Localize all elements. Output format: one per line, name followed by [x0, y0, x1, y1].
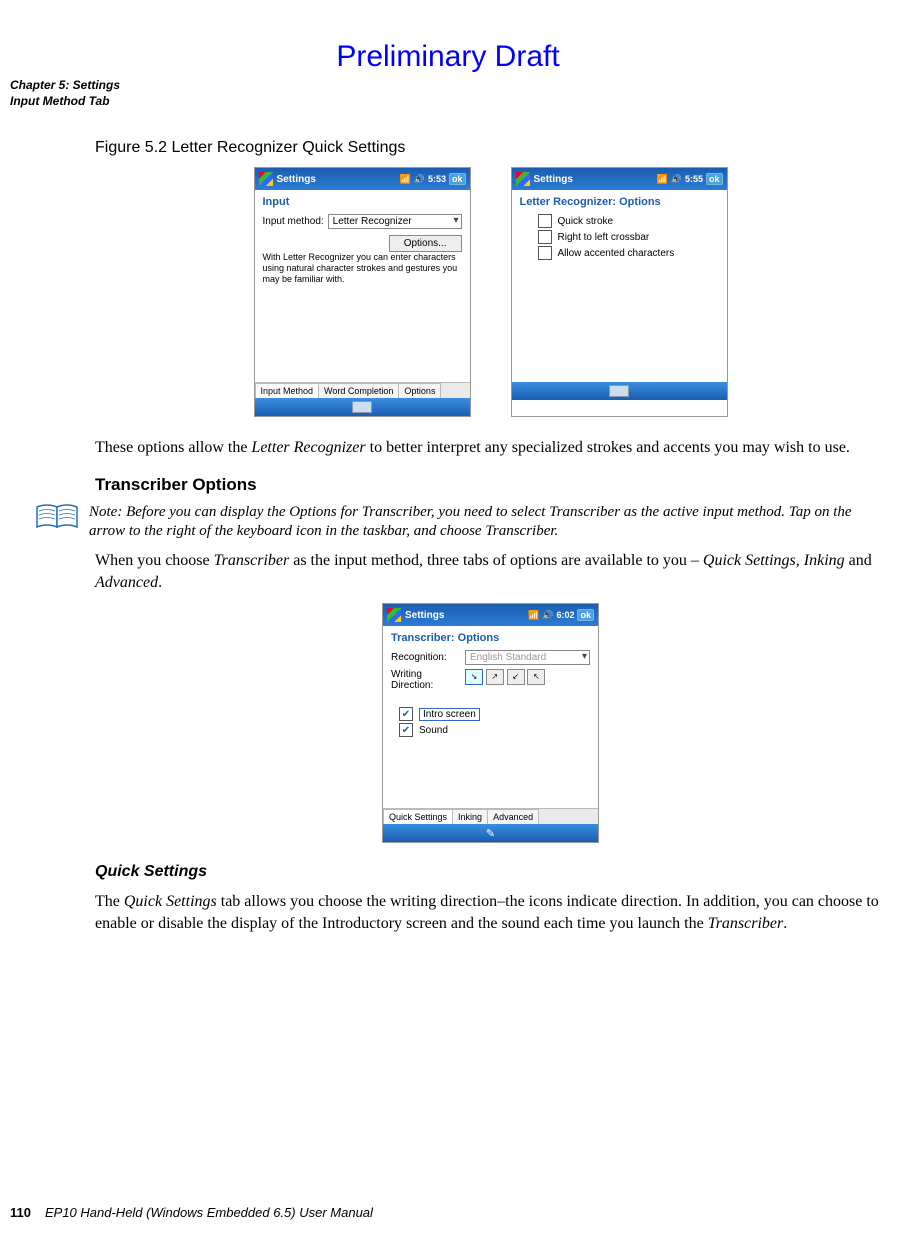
text: as the input method, three tabs of optio… — [289, 552, 703, 569]
volume-icon: 🔊 — [542, 610, 553, 621]
draft-header: Preliminary Draft — [10, 40, 886, 74]
start-icon — [387, 608, 401, 622]
text: These options allow the — [95, 439, 251, 456]
options-button[interactable]: Options... — [389, 235, 462, 252]
text: and — [845, 552, 872, 569]
page-number: 110 — [10, 1205, 31, 1220]
bottom-bar — [255, 398, 470, 416]
text-italic: Advanced — [95, 574, 158, 591]
chapter-line: Chapter 5: Settings — [10, 78, 886, 94]
volume-icon: 🔊 — [414, 174, 425, 185]
tabs-row: Input Method Word Completion Options — [255, 382, 470, 398]
tabs-row: Quick Settings Inking Advanced — [383, 808, 598, 824]
volume-icon: 🔊 — [671, 174, 682, 185]
allow-accented-label: Allow accented characters — [558, 248, 675, 259]
window-title: Settings — [277, 174, 400, 185]
screenshot-letter-recognizer-options: Settings 📶 🔊 5:55 ok Letter Recognizer: … — [511, 167, 728, 417]
screenshot-input-settings: Settings 📶 🔊 5:53 ok Input Input method:… — [254, 167, 471, 417]
quick-stroke-label: Quick stroke — [558, 216, 614, 227]
ok-button[interactable]: ok — [449, 173, 466, 185]
note-prefix: Note: — [89, 504, 122, 520]
signal-icon: 📶 — [400, 174, 411, 185]
text: When you choose — [95, 552, 214, 569]
pen-icon[interactable]: ✎ — [486, 827, 495, 840]
clock-text: 6:02 — [556, 610, 574, 620]
window-title: Settings — [405, 610, 528, 621]
keyboard-icon[interactable] — [352, 401, 372, 413]
bottom-bar: ✎ — [383, 824, 598, 842]
clock-text: 5:55 — [685, 174, 703, 184]
chapter-header: Chapter 5: Settings Input Method Tab — [10, 78, 886, 109]
text: . — [158, 574, 162, 591]
subheading-transcriber-options: Transcriber Options — [95, 475, 886, 495]
footer-title: EP10 Hand-Held (Windows Embedded 6.5) Us… — [45, 1205, 373, 1220]
quick-stroke-checkbox[interactable] — [538, 214, 552, 228]
bottom-bar — [512, 382, 727, 400]
figure-caption: Figure 5.2 Letter Recognizer Quick Setti… — [95, 139, 886, 157]
note-block: Note: Before you can display the Options… — [35, 503, 886, 541]
panel-title: Input — [263, 196, 462, 208]
note-body: Before you can display the Options for T… — [89, 504, 852, 539]
note-text: Note: Before you can display the Options… — [89, 503, 886, 541]
tab-advanced[interactable]: Advanced — [487, 809, 539, 824]
wm-titlebar: Settings 📶 🔊 6:02 ok — [383, 604, 598, 626]
recognition-select[interactable]: English Standard — [465, 650, 590, 665]
writing-direction-icon-2[interactable]: ↗ — [486, 669, 504, 685]
clock-text: 5:53 — [428, 174, 446, 184]
ok-button[interactable]: ok — [577, 609, 594, 621]
figure-screenshots: Settings 📶 🔊 5:53 ok Input Input method:… — [95, 167, 886, 417]
paragraph: The Quick Settings tab allows you choose… — [95, 891, 886, 934]
writing-direction-icon-3[interactable]: ↙ — [507, 669, 525, 685]
input-method-label: Input method: — [263, 216, 324, 227]
subheading-quick-settings: Quick Settings — [95, 863, 886, 881]
input-method-select[interactable]: Letter Recognizer — [328, 214, 462, 229]
panel-title: Letter Recognizer: Options — [520, 196, 719, 208]
page-footer: 110 EP10 Hand-Held (Windows Embedded 6.5)… — [10, 1205, 373, 1220]
text-italic: Transcriber — [214, 552, 290, 569]
tab-inking[interactable]: Inking — [452, 809, 488, 824]
right-to-left-label: Right to left crossbar — [558, 232, 650, 243]
allow-accented-checkbox[interactable] — [538, 246, 552, 260]
wm-titlebar: Settings 📶 🔊 5:55 ok — [512, 168, 727, 190]
tab-input-method[interactable]: Input Method — [255, 383, 320, 398]
writing-direction-icon-4[interactable]: ↖ — [527, 669, 545, 685]
text-italic: Quick Settings, Inking — [703, 552, 845, 569]
chapter-subline: Input Method Tab — [10, 94, 886, 110]
wm-titlebar: Settings 📶 🔊 5:53 ok — [255, 168, 470, 190]
text-italic: Letter Recognizer — [251, 439, 365, 456]
sound-label: Sound — [419, 725, 448, 736]
sound-checkbox[interactable]: ✔ — [399, 723, 413, 737]
panel-title: Transcriber: Options — [391, 632, 590, 644]
ok-button[interactable]: ok — [706, 173, 723, 185]
start-icon — [259, 172, 273, 186]
tab-word-completion[interactable]: Word Completion — [318, 383, 399, 398]
screenshot-transcriber-options: Settings 📶 🔊 6:02 ok Transcriber: Option… — [382, 603, 599, 843]
start-icon — [516, 172, 530, 186]
intro-screen-checkbox[interactable]: ✔ — [399, 707, 413, 721]
paragraph: These options allow the Letter Recognize… — [95, 437, 886, 459]
window-title: Settings — [534, 174, 657, 185]
recognition-label: Recognition: — [391, 652, 461, 663]
text: to better interpret any specialized stro… — [366, 439, 850, 456]
figure-screenshot-single: Settings 📶 🔊 6:02 ok Transcriber: Option… — [95, 603, 886, 843]
signal-icon: 📶 — [657, 174, 668, 185]
signal-icon: 📶 — [528, 610, 539, 621]
right-to-left-checkbox[interactable] — [538, 230, 552, 244]
intro-screen-label: Intro screen — [419, 708, 480, 721]
text: . — [783, 915, 787, 932]
writing-direction-icon-1[interactable]: ↘ — [465, 669, 483, 685]
paragraph: When you choose Transcriber as the input… — [95, 550, 886, 593]
tab-options[interactable]: Options — [398, 383, 441, 398]
keyboard-icon[interactable] — [609, 385, 629, 397]
writing-direction-label: Writing Direction: — [391, 669, 461, 691]
method-description: With Letter Recognizer you can enter cha… — [263, 252, 462, 284]
text: The — [95, 893, 124, 910]
book-icon — [35, 503, 81, 531]
text-italic: Transcriber — [708, 915, 784, 932]
text-italic: Quick Settings — [124, 893, 217, 910]
tab-quick-settings[interactable]: Quick Settings — [383, 809, 453, 824]
